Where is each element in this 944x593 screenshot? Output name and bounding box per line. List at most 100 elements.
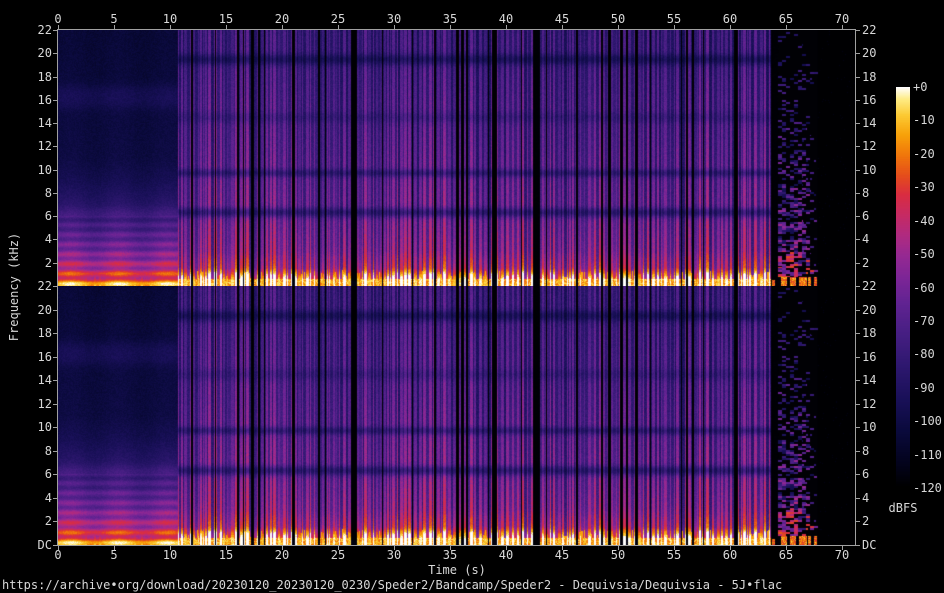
freq-tick-label-left: 14 (37, 373, 52, 388)
freq-tick-mark-left (53, 216, 57, 218)
freq-tick-mark-right (856, 192, 860, 194)
freq-tick-mark-right (856, 427, 860, 429)
freq-tick-label-right: 12 (862, 139, 877, 154)
colorbar-tick-label: -50 (913, 247, 935, 262)
freq-tick-mark-right (856, 309, 860, 311)
freq-tick-mark-left (53, 333, 57, 335)
freq-tick-label-left: 8 (44, 443, 52, 458)
colorbar-tick-label: -120 (913, 481, 942, 495)
time-tick-label-bottom: 5 (110, 548, 118, 562)
freq-tick-mark-left (53, 146, 57, 148)
freq-tick-label-left: 18 (37, 326, 52, 341)
time-tick-label-top: 50 (610, 12, 626, 26)
freq-tick-mark-right (856, 53, 860, 55)
source-url-caption: https://archive•org/download/20230120_20… (2, 578, 783, 592)
colorbar-tick-label: -100 (913, 414, 942, 429)
freq-tick-mark-right (856, 380, 860, 382)
freq-tick-label-left: 20 (37, 302, 52, 317)
freq-tick-label-right: 16 (862, 349, 877, 364)
freq-tick-mark-right (856, 333, 860, 335)
freq-tick-label-right: 16 (862, 92, 877, 107)
freq-tick-label-left: 10 (37, 162, 52, 177)
freq-tick-label-left: 14 (37, 116, 52, 131)
freq-tick-mark-left (53, 521, 57, 523)
freq-tick-label-left: 12 (37, 139, 52, 154)
time-tick-label-bottom: 45 (554, 548, 570, 562)
freq-tick-mark-left (53, 123, 57, 125)
freq-tick-mark-left (53, 497, 57, 499)
freq-tick-mark-right (856, 545, 860, 546)
time-axis-label: Time (s) (428, 563, 486, 577)
time-tick-label-bottom: 50 (610, 548, 626, 562)
freq-tick-mark-right (856, 216, 860, 218)
time-tick-label-bottom: 65 (778, 548, 794, 562)
time-tick-label-top: 25 (330, 12, 346, 26)
freq-tick-mark-left (53, 403, 57, 405)
freq-tick-label-right: 22 (862, 23, 877, 37)
freq-tick-mark-right (856, 403, 860, 405)
colorbar-tick-label: -60 (913, 280, 935, 295)
freq-tick-label-right: 18 (862, 326, 877, 341)
freq-tick-label-right: 10 (862, 420, 877, 435)
time-tick-label-bottom: 35 (442, 548, 458, 562)
time-tick-label-bottom: 10 (162, 548, 178, 562)
freq-tick-mark-left (53, 30, 57, 31)
time-tick-label-bottom: 60 (722, 548, 738, 562)
time-tick-label-top: 55 (666, 12, 682, 26)
freq-tick-mark-left (53, 474, 57, 476)
freq-tick-label-right: 8 (862, 185, 870, 200)
freq-tick-label-left: 16 (37, 92, 52, 107)
freq-tick-label-left: 6 (44, 467, 52, 482)
colorbar-unit-label: dBFS (888, 501, 918, 515)
freq-tick-label-right: 4 (862, 490, 870, 505)
freq-tick-mark-left (53, 356, 57, 358)
time-tick-label-top: 35 (442, 12, 458, 26)
freq-tick-label-right: 12 (862, 396, 877, 411)
freq-tick-mark-left (53, 169, 57, 171)
freq-tick-label-right: 20 (862, 302, 877, 317)
time-tick-label-bottom: 55 (666, 548, 682, 562)
freq-tick-label-right: 14 (862, 373, 877, 388)
freq-tick-label-left: 2 (44, 255, 52, 270)
colorbar-tick-label: +0 (913, 80, 928, 94)
freq-tick-mark-left (53, 545, 57, 546)
colorbar-tick-label: -10 (913, 113, 935, 128)
colorbar-tick-label: -30 (913, 180, 935, 195)
freq-tick-mark-right (856, 356, 860, 358)
freq-tick-mark-right (856, 123, 860, 125)
freq-tick-mark-left (53, 99, 57, 101)
freq-tick-label-left: 2 (44, 514, 52, 529)
freq-tick-mark-left (53, 380, 57, 382)
freq-tick-label-right: 22 (862, 279, 877, 293)
colorbar-tick-label: -80 (913, 347, 935, 362)
freq-tick-label-left: 18 (37, 69, 52, 84)
freq-tick-label-right: DC (862, 538, 877, 552)
colorbar-tick-label: -90 (913, 380, 935, 395)
freq-tick-label-left: DC (37, 538, 52, 552)
colorbar-gradient (896, 87, 910, 488)
time-tick-label-bottom: 25 (330, 548, 346, 562)
freq-tick-mark-right (856, 169, 860, 171)
freq-tick-mark-left (53, 309, 57, 311)
freq-tick-mark-right (856, 146, 860, 148)
spectrogram-channel-1 (58, 30, 855, 286)
time-tick-label-top: 30 (386, 12, 402, 26)
time-tick-label-top: 65 (778, 12, 794, 26)
time-tick-label-top: 0 (54, 12, 62, 26)
freq-tick-mark-right (856, 521, 860, 523)
freq-tick-label-right: 2 (862, 255, 870, 270)
time-tick-label-top: 45 (554, 12, 570, 26)
freq-tick-label-right: 6 (862, 467, 870, 482)
freq-tick-label-right: 6 (862, 209, 870, 224)
freq-tick-mark-right (856, 286, 860, 287)
time-tick-label-top: 10 (162, 12, 178, 26)
colorbar-tick-label: -40 (913, 213, 935, 228)
time-tick-label-top: 40 (498, 12, 514, 26)
freq-tick-label-left: 16 (37, 349, 52, 364)
time-tick-label-bottom: 15 (218, 548, 234, 562)
freq-tick-label-right: 14 (862, 116, 877, 131)
time-tick-label-bottom: 40 (498, 548, 514, 562)
freq-tick-label-left: 22 (37, 23, 52, 37)
freq-tick-mark-right (856, 262, 860, 264)
freq-tick-label-right: 20 (862, 46, 877, 61)
